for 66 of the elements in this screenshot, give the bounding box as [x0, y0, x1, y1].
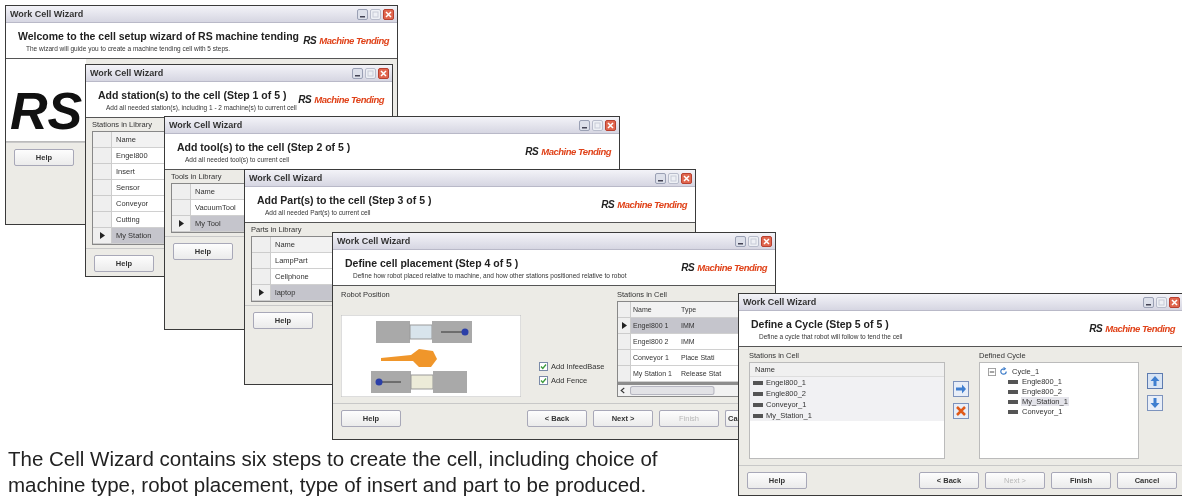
cycle-icon: [999, 367, 1008, 376]
window-title: Work Cell Wizard: [337, 236, 411, 246]
logo-mark: RS: [525, 146, 539, 157]
remove-button[interactable]: [953, 403, 969, 419]
logo-mark: RS: [303, 35, 317, 46]
row-pointer-icon: [621, 322, 627, 329]
close-button[interactable]: [383, 8, 394, 20]
row-header: [93, 148, 112, 164]
logo-mark: RS: [298, 94, 312, 105]
row-header: [618, 366, 631, 382]
window-title: Work Cell Wizard: [169, 120, 243, 130]
logo-text: Machine Tending: [314, 94, 384, 105]
move-up-button[interactable]: [1147, 373, 1163, 389]
logo-mark: RS: [601, 199, 615, 210]
window-title: Work Cell Wizard: [10, 9, 84, 19]
logo-text: Machine Tending: [697, 262, 767, 273]
window-title: Work Cell Wizard: [249, 173, 323, 183]
minimize-button[interactable]: [352, 67, 363, 79]
step-heading: Add station(s) to the cell (Step 1 of 5 ): [98, 88, 288, 101]
row-header: [252, 253, 271, 269]
close-button[interactable]: [1169, 296, 1180, 308]
row-header: [172, 184, 191, 200]
minimize-button[interactable]: [655, 172, 666, 184]
add-button[interactable]: [953, 381, 969, 397]
row-header: [618, 350, 631, 366]
close-button[interactable]: [761, 235, 772, 247]
row-header: [93, 212, 112, 228]
step-heading: Add Part(s) to the cell (Step 3 of 5 ): [257, 193, 432, 206]
row-header: [618, 302, 631, 318]
row-pointer-icon: [258, 289, 264, 296]
close-button[interactable]: [605, 119, 616, 131]
logo-mark: RS: [681, 262, 695, 273]
step-heading: Define a Cycle (Step 5 of 5 ): [751, 317, 890, 330]
row-header: [252, 237, 271, 253]
step-heading: Add tool(s) to the cell (Step 2 of 5 ): [177, 140, 351, 153]
row-pointer-icon: [178, 220, 184, 227]
logo-text: Machine Tending: [617, 199, 687, 210]
window-title: Work Cell Wizard: [90, 68, 164, 78]
row-header: [252, 269, 271, 285]
close-button[interactable]: [681, 172, 692, 184]
step-heading: Define cell placement (Step 4 of 5 ): [345, 256, 520, 269]
collapse-toggle-icon[interactable]: [988, 367, 996, 376]
minimize-button[interactable]: [579, 119, 590, 131]
caption-text: The Cell Wizard contains six steps to create the cell, including choice of machine type, robot placement, type of insert and part to be produced.: [8, 446, 659, 498]
checkbox[interactable]: [539, 376, 548, 385]
horizontal-scrollbar[interactable]: [618, 385, 739, 396]
move-down-button[interactable]: [1147, 395, 1163, 411]
logo-mark: RS: [10, 82, 83, 140]
row-header: [93, 196, 112, 212]
logo-text: Machine Tending: [541, 146, 611, 157]
minimize-button[interactable]: [357, 8, 368, 20]
logo-text: Machine Tending: [1105, 323, 1175, 334]
minimize-button[interactable]: [735, 235, 746, 247]
row-header: [93, 180, 112, 196]
row-header: [93, 132, 112, 148]
close-button[interactable]: [378, 67, 389, 79]
minimize-button[interactable]: [1143, 296, 1154, 308]
row-header: [93, 164, 112, 180]
logo-mark: RS: [1089, 323, 1103, 334]
step-heading: Welcome to the cell setup wizard of RS machine tending: [18, 29, 300, 42]
row-pointer-icon: [99, 232, 105, 239]
window-title: Work Cell Wizard: [743, 297, 817, 307]
logo-text: Machine Tending: [319, 35, 389, 46]
row-header: [172, 200, 191, 216]
checkbox[interactable]: [539, 362, 548, 371]
row-header: [618, 334, 631, 350]
